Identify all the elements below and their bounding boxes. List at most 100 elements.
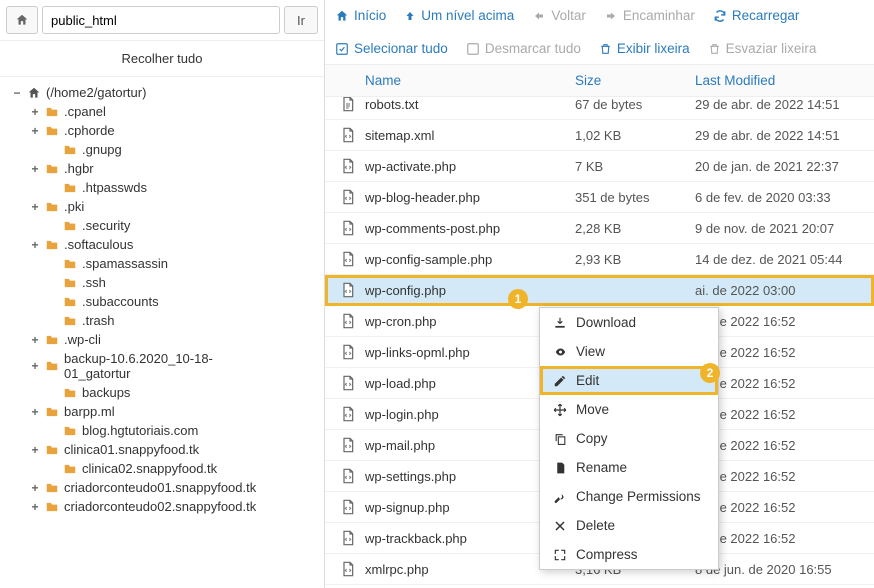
key-icon: [552, 490, 568, 504]
column-name[interactable]: Name: [365, 73, 575, 88]
tree-toggle-icon[interactable]: +: [28, 124, 42, 138]
tree-item[interactable]: +.cpanel: [4, 102, 320, 121]
file-code-icon: [335, 343, 361, 361]
column-modified[interactable]: Last Modified: [695, 73, 864, 88]
file-code-icon: [335, 498, 361, 516]
file-modified: 14 de dez. de 2021 05:44: [695, 252, 874, 267]
tree-item[interactable]: .htpasswds: [4, 178, 320, 197]
tree-item[interactable]: .security: [4, 216, 320, 235]
trash-icon: [599, 42, 612, 56]
tree-item[interactable]: +.softaculous: [4, 235, 320, 254]
tree-item[interactable]: blog.hgtutoriais.com: [4, 421, 320, 440]
context-menu-change-permissions[interactable]: Change Permissions: [540, 482, 718, 511]
tree-item[interactable]: .subaccounts: [4, 292, 320, 311]
tree-item[interactable]: backups: [4, 383, 320, 402]
tree-toggle-icon[interactable]: +: [28, 500, 42, 514]
context-menu-view[interactable]: View: [540, 337, 718, 366]
back-label: Voltar: [551, 8, 586, 23]
arrow-up-icon: [404, 9, 416, 23]
tree-item[interactable]: + clinica01.snappyfood.tk: [4, 440, 320, 459]
file-modified: ai. de 2022 16:52: [695, 531, 874, 546]
tree-item[interactable]: +barpp.ml: [4, 402, 320, 421]
context-menu-edit[interactable]: Edit: [540, 366, 718, 395]
tree-toggle-icon[interactable]: +: [28, 162, 42, 176]
tree-item[interactable]: .ssh: [4, 273, 320, 292]
tree-item[interactable]: +.pki: [4, 197, 320, 216]
tree-item[interactable]: − (/home2/gatortur): [4, 83, 320, 102]
reload-button[interactable]: Recarregar: [713, 8, 800, 23]
collapse-all-button[interactable]: Recolher tudo: [0, 41, 324, 77]
tree-item[interactable]: +.hgbr: [4, 159, 320, 178]
file-code-icon: [335, 560, 361, 578]
folder-tree: − (/home2/gatortur) +.cpanel+.cphorde .gnup…: [0, 77, 324, 588]
folder-icon: [44, 500, 60, 514]
file-size: 7 KB: [575, 159, 695, 174]
context-menu-delete[interactable]: Delete: [540, 511, 718, 540]
file-modified: ai. de 2022 16:52: [695, 345, 874, 360]
column-size[interactable]: Size: [575, 73, 695, 88]
tree-toggle-icon[interactable]: +: [28, 200, 42, 214]
tree-item[interactable]: .gnupg: [4, 140, 320, 159]
tree-toggle-icon[interactable]: +: [28, 333, 42, 347]
file-row[interactable]: wp-config.phpai. de 2022 03:00: [325, 275, 874, 306]
tree-toggle-icon[interactable]: +: [28, 238, 42, 252]
file-row[interactable]: wp-blog-header.php351 de bytes6 de fev. …: [325, 182, 874, 213]
tree-item-label: .trash: [82, 313, 115, 328]
file-row[interactable]: sitemap.xml1,02 KB29 de abr. de 2022 14:…: [325, 120, 874, 151]
home-button[interactable]: Início: [335, 8, 386, 23]
path-input[interactable]: [42, 6, 280, 34]
empty-trash-button: Esvaziar lixeira: [708, 41, 817, 56]
tree-item[interactable]: +.cphorde: [4, 121, 320, 140]
edit-icon: [552, 374, 568, 388]
tree-item[interactable]: +backup-10.6.2020_10-18-01_gatortur: [4, 349, 320, 383]
tree-item[interactable]: +.wp-cli: [4, 330, 320, 349]
file-size: 2,93 KB: [575, 252, 695, 267]
context-menu-download[interactable]: Download: [540, 308, 718, 337]
go-button[interactable]: Ir: [284, 6, 318, 34]
tree-item[interactable]: .spamassassin: [4, 254, 320, 273]
tree-item[interactable]: .trash: [4, 311, 320, 330]
tree-toggle-icon[interactable]: +: [28, 359, 42, 373]
context-menu-copy[interactable]: Copy: [540, 424, 718, 453]
select-all-button[interactable]: Selecionar tudo: [335, 41, 448, 56]
tree-item-label: .gnupg: [82, 142, 122, 157]
show-trash-button[interactable]: Exibir lixeira: [599, 41, 690, 56]
tree-item[interactable]: +criadorconteudo01.snappyfood.tk: [4, 478, 320, 497]
file-modified: 29 de abr. de 2022 14:51: [695, 128, 874, 143]
tree-item-label: (/home2/gatortur): [46, 85, 146, 100]
context-menu-label: Copy: [576, 431, 608, 446]
file-name: wp-config.php: [361, 283, 575, 298]
file-row[interactable]: wp-config-sample.php2,93 KB14 de dez. de…: [325, 244, 874, 275]
tree-item-label: clinica01.snappyfood.tk: [64, 442, 199, 457]
up-level-button[interactable]: Um nível acima: [404, 8, 514, 23]
tree-item[interactable]: + criadorconteudo02.snappyfood.tk: [4, 497, 320, 516]
tree-toggle-icon[interactable]: +: [28, 481, 42, 495]
tree-toggle-icon[interactable]: +: [28, 443, 42, 457]
home-icon: [335, 9, 349, 23]
tree-item-label: .ssh: [82, 275, 106, 290]
context-menu-compress[interactable]: Compress: [540, 540, 718, 569]
sidebar: Ir Recolher tudo − (/home2/gatortur) +.cpa…: [0, 0, 325, 588]
folder-icon: [62, 276, 78, 290]
file-row[interactable]: robots.txt67 de bytes29 de abr. de 2022 …: [325, 97, 874, 120]
tree-toggle-icon[interactable]: +: [28, 405, 42, 419]
file-row[interactable]: wp-activate.php7 KB20 de jan. de 2021 22…: [325, 151, 874, 182]
tree-item-label: criadorconteudo02.snappyfood.tk: [64, 499, 256, 514]
file-row[interactable]: wp-comments-post.php2,28 KB9 de nov. de …: [325, 213, 874, 244]
folder-icon: [62, 314, 78, 328]
file-modified: ai. de 2022 16:52: [695, 407, 874, 422]
tree-item-label: clinica02.snappyfood.tk: [82, 461, 217, 476]
forward-label: Encaminhar: [623, 8, 695, 23]
context-menu-move[interactable]: Move: [540, 395, 718, 424]
tree-toggle-icon[interactable]: +: [28, 105, 42, 119]
context-menu-label: Delete: [576, 518, 615, 533]
home-path-button[interactable]: [6, 6, 38, 34]
tree-item[interactable]: clinica02.snappyfood.tk: [4, 459, 320, 478]
folder-icon: [44, 333, 60, 347]
folder-icon: [62, 219, 78, 233]
trash-icon: [708, 42, 721, 56]
tree-toggle-icon[interactable]: −: [10, 86, 24, 100]
context-menu-rename[interactable]: Rename: [540, 453, 718, 482]
file-code-icon: [335, 126, 361, 144]
file-code-icon: [335, 467, 361, 485]
